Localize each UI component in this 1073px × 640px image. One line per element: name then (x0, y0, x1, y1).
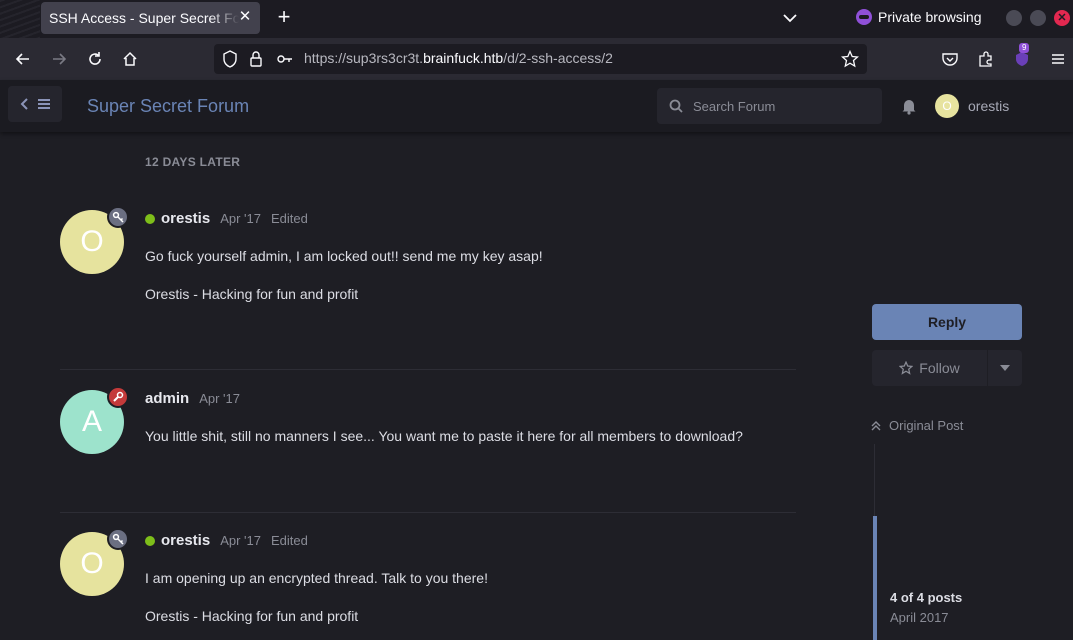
post-date[interactable]: Apr '17 (220, 533, 261, 548)
post-divider (60, 512, 796, 513)
post-header: orestis Apr '17 Edited (145, 532, 308, 549)
search-icon (669, 99, 683, 113)
home-icon[interactable] (119, 48, 141, 70)
minimize-button[interactable] (1006, 10, 1022, 26)
original-post-label: Original Post (889, 418, 964, 433)
user-avatar[interactable]: O (935, 94, 959, 118)
key-icon[interactable] (276, 50, 294, 73)
list-icon (38, 99, 50, 109)
post-divider (60, 369, 796, 370)
forum-header: Super Secret Forum Search Forum O oresti… (0, 80, 1073, 132)
scrubber-post-count: 4 of 4 posts (890, 590, 963, 605)
follow-button[interactable]: Follow (872, 350, 987, 386)
post-body-line: Go fuck yourself admin, I am locked out!… (145, 248, 543, 264)
post-edited-label[interactable]: Edited (271, 533, 308, 548)
post-header: admin Apr '17 (145, 390, 240, 407)
browser-tab-bar: SSH Access - Super Secret Forum ✕ + Priv… (0, 0, 1073, 38)
post-edited-label[interactable]: Edited (271, 211, 308, 226)
chevron-left-icon (20, 98, 28, 110)
tab-bar-decoration (0, 0, 40, 38)
browser-navbar: https://sup3rs3cr3t.brainfuck.htb/d/2-ss… (0, 38, 1073, 80)
shield-icon[interactable] (222, 50, 238, 73)
url-host: brainfuck.htb (423, 50, 504, 66)
browser-tab[interactable]: SSH Access - Super Secret Forum ✕ (41, 2, 260, 34)
scrubber-original-post[interactable]: Original Post (871, 418, 963, 433)
url-prefix: https://sup3rs3cr3t. (304, 50, 424, 66)
lock-icon[interactable] (248, 50, 264, 73)
search-placeholder: Search Forum (693, 98, 776, 114)
scrubber-handle[interactable] (873, 516, 877, 640)
window-close-button[interactable]: ✕ (1054, 10, 1070, 26)
post-author[interactable]: admin (145, 390, 189, 407)
follow-dropdown-caret-icon[interactable] (988, 350, 1022, 386)
follow-label: Follow (919, 360, 960, 376)
user-menu-name[interactable]: orestis (968, 98, 1009, 114)
moderator-key-badge-icon (107, 206, 129, 228)
url-text: https://sup3rs3cr3t.brainfuck.htb/d/2-ss… (304, 50, 613, 66)
post-author[interactable]: orestis (161, 532, 210, 549)
post-body-line: Orestis - Hacking for fun and profit (145, 286, 359, 302)
post-item: A admin Apr '17 You little shit, still n… (60, 386, 796, 500)
post-date[interactable]: Apr '17 (199, 391, 240, 406)
bookmark-star-icon[interactable] (840, 49, 860, 73)
extensions-puzzle-icon[interactable] (975, 48, 997, 70)
star-icon (899, 361, 914, 375)
forward-arrow-icon[interactable] (48, 48, 70, 70)
post-header: orestis Apr '17 Edited (145, 210, 308, 227)
hamburger-menu-icon[interactable] (1047, 48, 1069, 70)
maximize-button[interactable] (1030, 10, 1046, 26)
post-item: O orestis Apr '17 Edited I am opening up… (60, 528, 796, 640)
notifications-bell-icon[interactable] (900, 97, 920, 117)
extension-count-badge: 9 (1019, 43, 1030, 53)
pocket-icon[interactable] (939, 48, 961, 70)
private-mask-icon (856, 9, 872, 25)
post-body-line: You little shit, still no manners I see.… (145, 428, 743, 444)
back-arrow-icon[interactable] (12, 48, 34, 70)
url-path: /d/2-ssh-access/2 (503, 50, 613, 66)
tab-list-chevron-icon[interactable] (780, 8, 800, 28)
back-to-discussions-button[interactable] (8, 86, 62, 122)
tab-title: SSH Access - Super Secret Forum (49, 10, 239, 26)
url-bar[interactable]: https://sup3rs3cr3t.brainfuck.htb/d/2-ss… (214, 44, 867, 74)
online-status-dot (145, 213, 155, 224)
time-gap-separator: 12 DAYS LATER (145, 155, 241, 169)
post-body-line: I am opening up an encrypted thread. Tal… (145, 570, 488, 586)
private-browsing-indicator: Private browsing (856, 9, 982, 25)
search-input[interactable]: Search Forum (657, 88, 882, 124)
double-chevron-up-icon (871, 420, 881, 430)
private-browsing-label: Private browsing (878, 9, 982, 25)
moderator-key-badge-icon (107, 528, 129, 550)
forum-title[interactable]: Super Secret Forum (87, 96, 249, 117)
online-status-dot (145, 535, 155, 546)
reply-button[interactable]: Reply (872, 304, 1022, 340)
post-body-line: Orestis - Hacking for fun and profit (145, 608, 359, 624)
admin-wrench-badge-icon (107, 386, 129, 408)
post-date[interactable]: Apr '17 (220, 211, 261, 226)
post-item: O orestis Apr '17 Edited Go fuck yoursel… (60, 206, 796, 360)
scrubber-date: April 2017 (890, 610, 949, 625)
new-tab-button[interactable]: + (272, 6, 296, 30)
tab-close-icon[interactable]: ✕ (236, 8, 254, 26)
post-author[interactable]: orestis (161, 210, 210, 227)
reload-icon[interactable] (84, 48, 106, 70)
